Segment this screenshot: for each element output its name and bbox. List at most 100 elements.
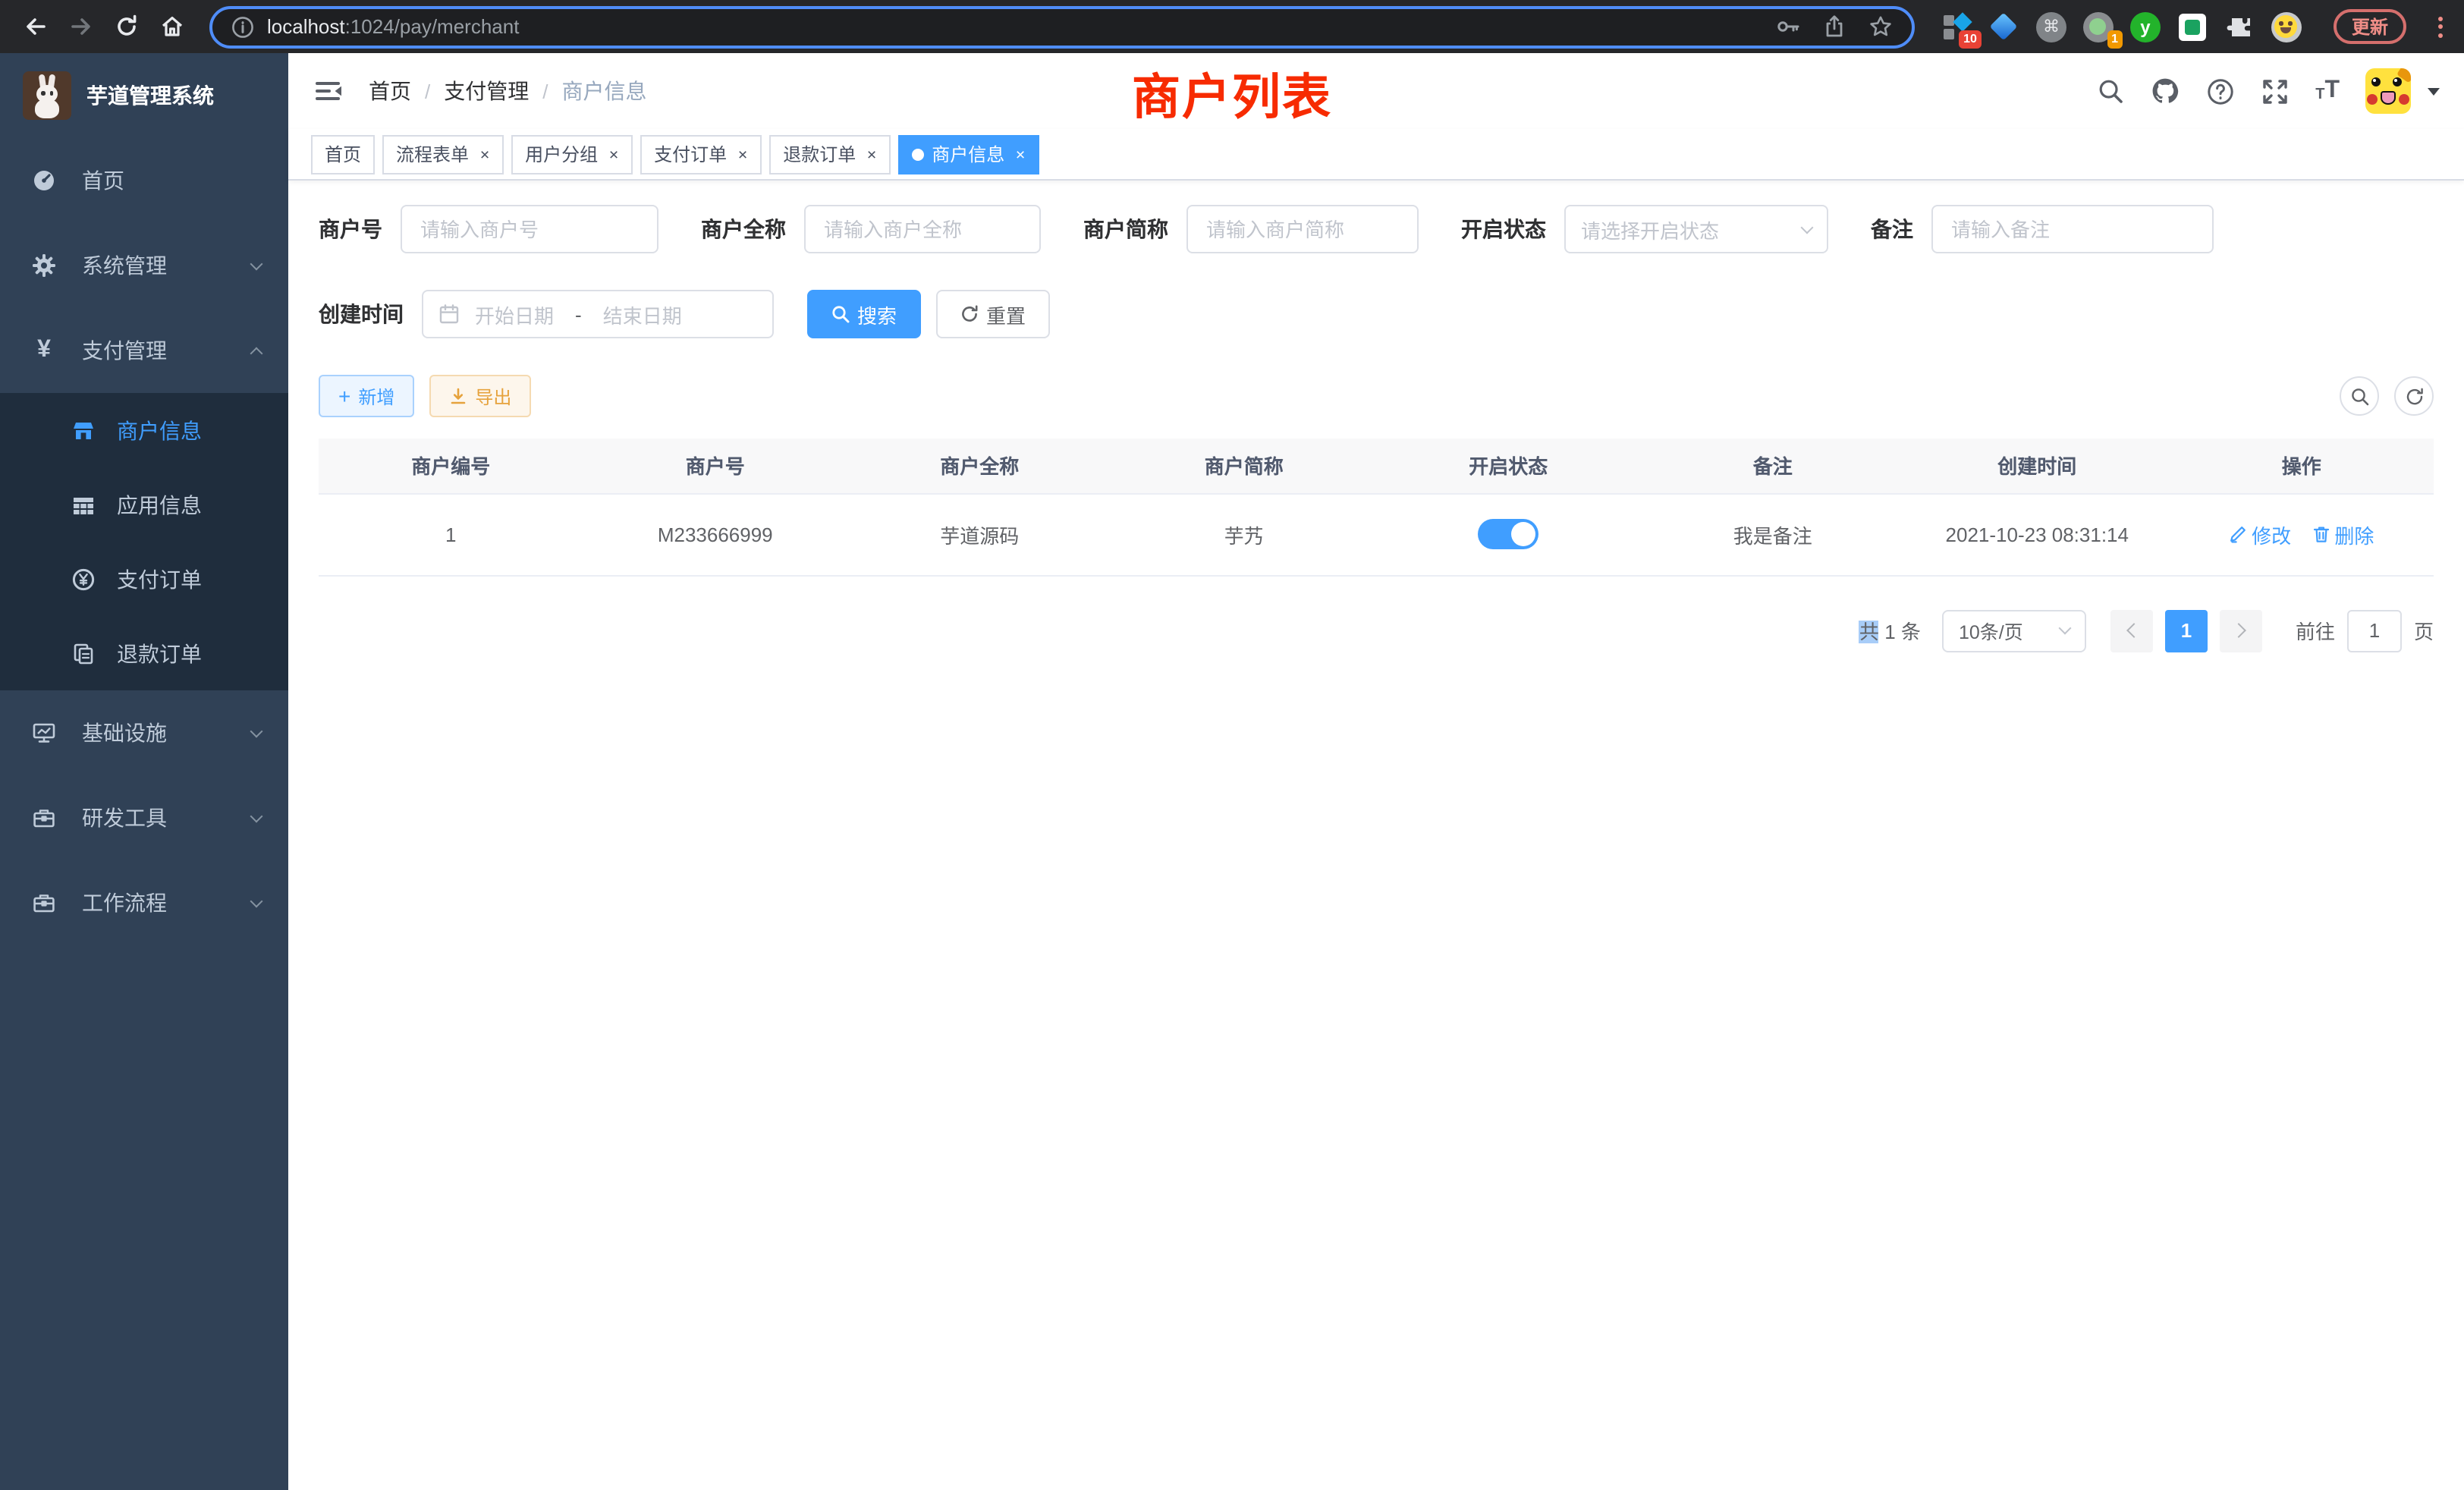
page-size-select[interactable]: 10条/页	[1942, 609, 2086, 652]
status-select[interactable]: 请选择开启状态	[1564, 205, 1828, 253]
browser-menu-icon[interactable]	[2438, 16, 2443, 37]
tag-process-form[interactable]: 流程表单×	[382, 134, 504, 174]
status-select-placeholder: 请选择开启状态	[1581, 215, 1719, 244]
close-icon[interactable]: ×	[867, 146, 877, 162]
cell-created: 2021-10-23 08:31:14	[1905, 493, 2170, 575]
close-icon[interactable]: ×	[1016, 146, 1026, 162]
tag-user-group[interactable]: 用户分组×	[511, 134, 633, 174]
breadcrumb-payment[interactable]: 支付管理	[444, 76, 529, 106]
tag-refund-order[interactable]: 退款订单×	[769, 134, 891, 174]
close-icon[interactable]: ×	[738, 146, 748, 162]
extension-y-icon[interactable]: y	[2130, 11, 2161, 42]
back-icon[interactable]	[15, 7, 55, 46]
merchant-no-input[interactable]	[401, 205, 658, 253]
github-icon[interactable]	[2150, 76, 2180, 106]
sidebar-item-label: 首页	[82, 165, 124, 196]
end-date-placeholder[interactable]: 结束日期	[603, 300, 682, 328]
top-navbar: 首页 / 支付管理 / 商户信息	[288, 53, 2464, 129]
sidebar-item-label: 工作流程	[82, 888, 167, 918]
sidebar-item-system[interactable]: 系统管理	[0, 223, 288, 308]
extension-kite-icon[interactable]	[1989, 11, 2019, 42]
sidebar-item-payment[interactable]: ¥ 支付管理	[0, 308, 288, 393]
close-icon[interactable]: ×	[609, 146, 619, 162]
home-icon[interactable]	[152, 7, 191, 46]
edit-link[interactable]: 修改	[2229, 520, 2291, 549]
prev-page-button[interactable]	[2110, 609, 2153, 652]
sidebar-item-workflow[interactable]: 工作流程	[0, 860, 288, 945]
full-name-input[interactable]	[804, 205, 1041, 253]
extension-badge-10: 10	[1959, 30, 1982, 48]
sidebar-item-label: 应用信息	[117, 489, 202, 520]
table-search-toggle-button[interactable]	[2340, 376, 2379, 416]
site-info-icon[interactable]	[231, 14, 255, 39]
breadcrumb: 首页 / 支付管理 / 商户信息	[369, 76, 647, 106]
add-button[interactable]: + 新增	[319, 375, 414, 417]
chevron-down-icon	[250, 809, 263, 822]
main-panel: 商户号 商户全称 商户简称 开启状态 请选择开启状态	[288, 181, 2464, 1490]
tag-home[interactable]: 首页	[311, 134, 375, 174]
bookmark-star-icon[interactable]	[1868, 14, 1894, 39]
breadcrumb-home[interactable]: 首页	[369, 76, 411, 106]
content-area: 商户列表 首页 / 支付管理 / 商户信息	[288, 53, 2464, 1490]
gear-icon	[32, 253, 56, 278]
chevron-down-icon	[250, 257, 263, 270]
avatar-caret-icon[interactable]	[2428, 87, 2440, 95]
export-button[interactable]: 导出	[429, 375, 531, 417]
sidebar-item-refund-order[interactable]: 退款订单	[0, 616, 288, 690]
tag-merchant-info[interactable]: 商户信息×	[898, 134, 1039, 174]
profile-avatar-icon[interactable]	[2271, 11, 2302, 42]
font-size-icon[interactable]	[2315, 79, 2340, 103]
password-key-icon[interactable]	[1775, 14, 1801, 39]
extension-tabs-icon[interactable]: 10	[1942, 11, 1972, 42]
filter-label-create-time: 创建时间	[319, 299, 404, 329]
extension-chat-icon[interactable]	[2177, 11, 2208, 42]
share-icon[interactable]	[1822, 14, 1846, 39]
start-date-placeholder[interactable]: 开始日期	[475, 300, 554, 328]
filter-label-merchant-no: 商户号	[319, 214, 382, 244]
table-refresh-button[interactable]	[2394, 376, 2434, 416]
next-page-button[interactable]	[2220, 609, 2262, 652]
header-search-icon[interactable]	[2097, 77, 2124, 105]
extension-recorder-icon[interactable]: 1	[2083, 11, 2114, 42]
url-bar[interactable]: localhost:1024/pay/merchant	[209, 5, 1915, 48]
browser-update-button[interactable]: 更新	[2334, 9, 2406, 44]
sidebar-collapse-icon[interactable]	[313, 76, 343, 106]
sidebar: 芋道管理系统 首页 系统管理 ¥ 支付管理	[0, 53, 288, 1490]
sidebar-item-pay-order[interactable]: 支付订单	[0, 542, 288, 616]
remark-input[interactable]	[1931, 205, 2214, 253]
delete-link[interactable]: 删除	[2312, 520, 2374, 549]
short-name-input[interactable]	[1186, 205, 1419, 253]
user-avatar[interactable]	[2365, 68, 2411, 114]
reload-icon[interactable]	[106, 7, 146, 46]
extensions-puzzle-icon[interactable]	[2224, 11, 2255, 42]
tag-pay-order[interactable]: 支付订单×	[640, 134, 762, 174]
status-toggle[interactable]	[1478, 519, 1538, 549]
cell-actions: 修改 删除	[2170, 493, 2434, 575]
page-jumper: 前往 页	[2296, 609, 2434, 652]
filter-label-remark: 备注	[1871, 214, 1913, 244]
sidebar-item-merchant-info[interactable]: 商户信息	[0, 393, 288, 467]
sidebar-item-label: 支付管理	[82, 335, 167, 366]
chevron-up-icon	[250, 347, 263, 360]
chevron-right-icon	[2231, 623, 2246, 638]
fullscreen-icon[interactable]	[2261, 77, 2290, 105]
forward-icon[interactable]	[61, 7, 100, 46]
col-short-name: 商户简称	[1112, 439, 1377, 493]
sidebar-item-home[interactable]: 首页	[0, 138, 288, 223]
merchant-table: 商户编号 商户号 商户全称 商户简称 开启状态 备注 创建时间 操作 1	[319, 439, 2434, 576]
chevron-down-icon	[250, 894, 263, 907]
app-logo-row[interactable]: 芋道管理系统	[0, 53, 288, 138]
search-button[interactable]: 搜索	[807, 290, 921, 338]
help-icon[interactable]	[2206, 77, 2235, 105]
page-suffix-label: 页	[2414, 616, 2434, 645]
page-jump-input[interactable]	[2347, 609, 2402, 652]
sidebar-item-dev-tools[interactable]: 研发工具	[0, 775, 288, 860]
current-page-button[interactable]: 1	[2165, 609, 2208, 652]
sidebar-item-infrastructure[interactable]: 基础设施	[0, 690, 288, 775]
sidebar-item-app-info[interactable]: 应用信息	[0, 467, 288, 542]
extension-command-icon[interactable]: ⌘	[2036, 11, 2066, 42]
date-range-picker[interactable]: 开始日期 - 结束日期	[422, 290, 774, 338]
close-icon[interactable]: ×	[480, 146, 490, 162]
cell-full-name: 芋道源码	[847, 493, 1112, 575]
reset-button[interactable]: 重置	[936, 290, 1050, 338]
